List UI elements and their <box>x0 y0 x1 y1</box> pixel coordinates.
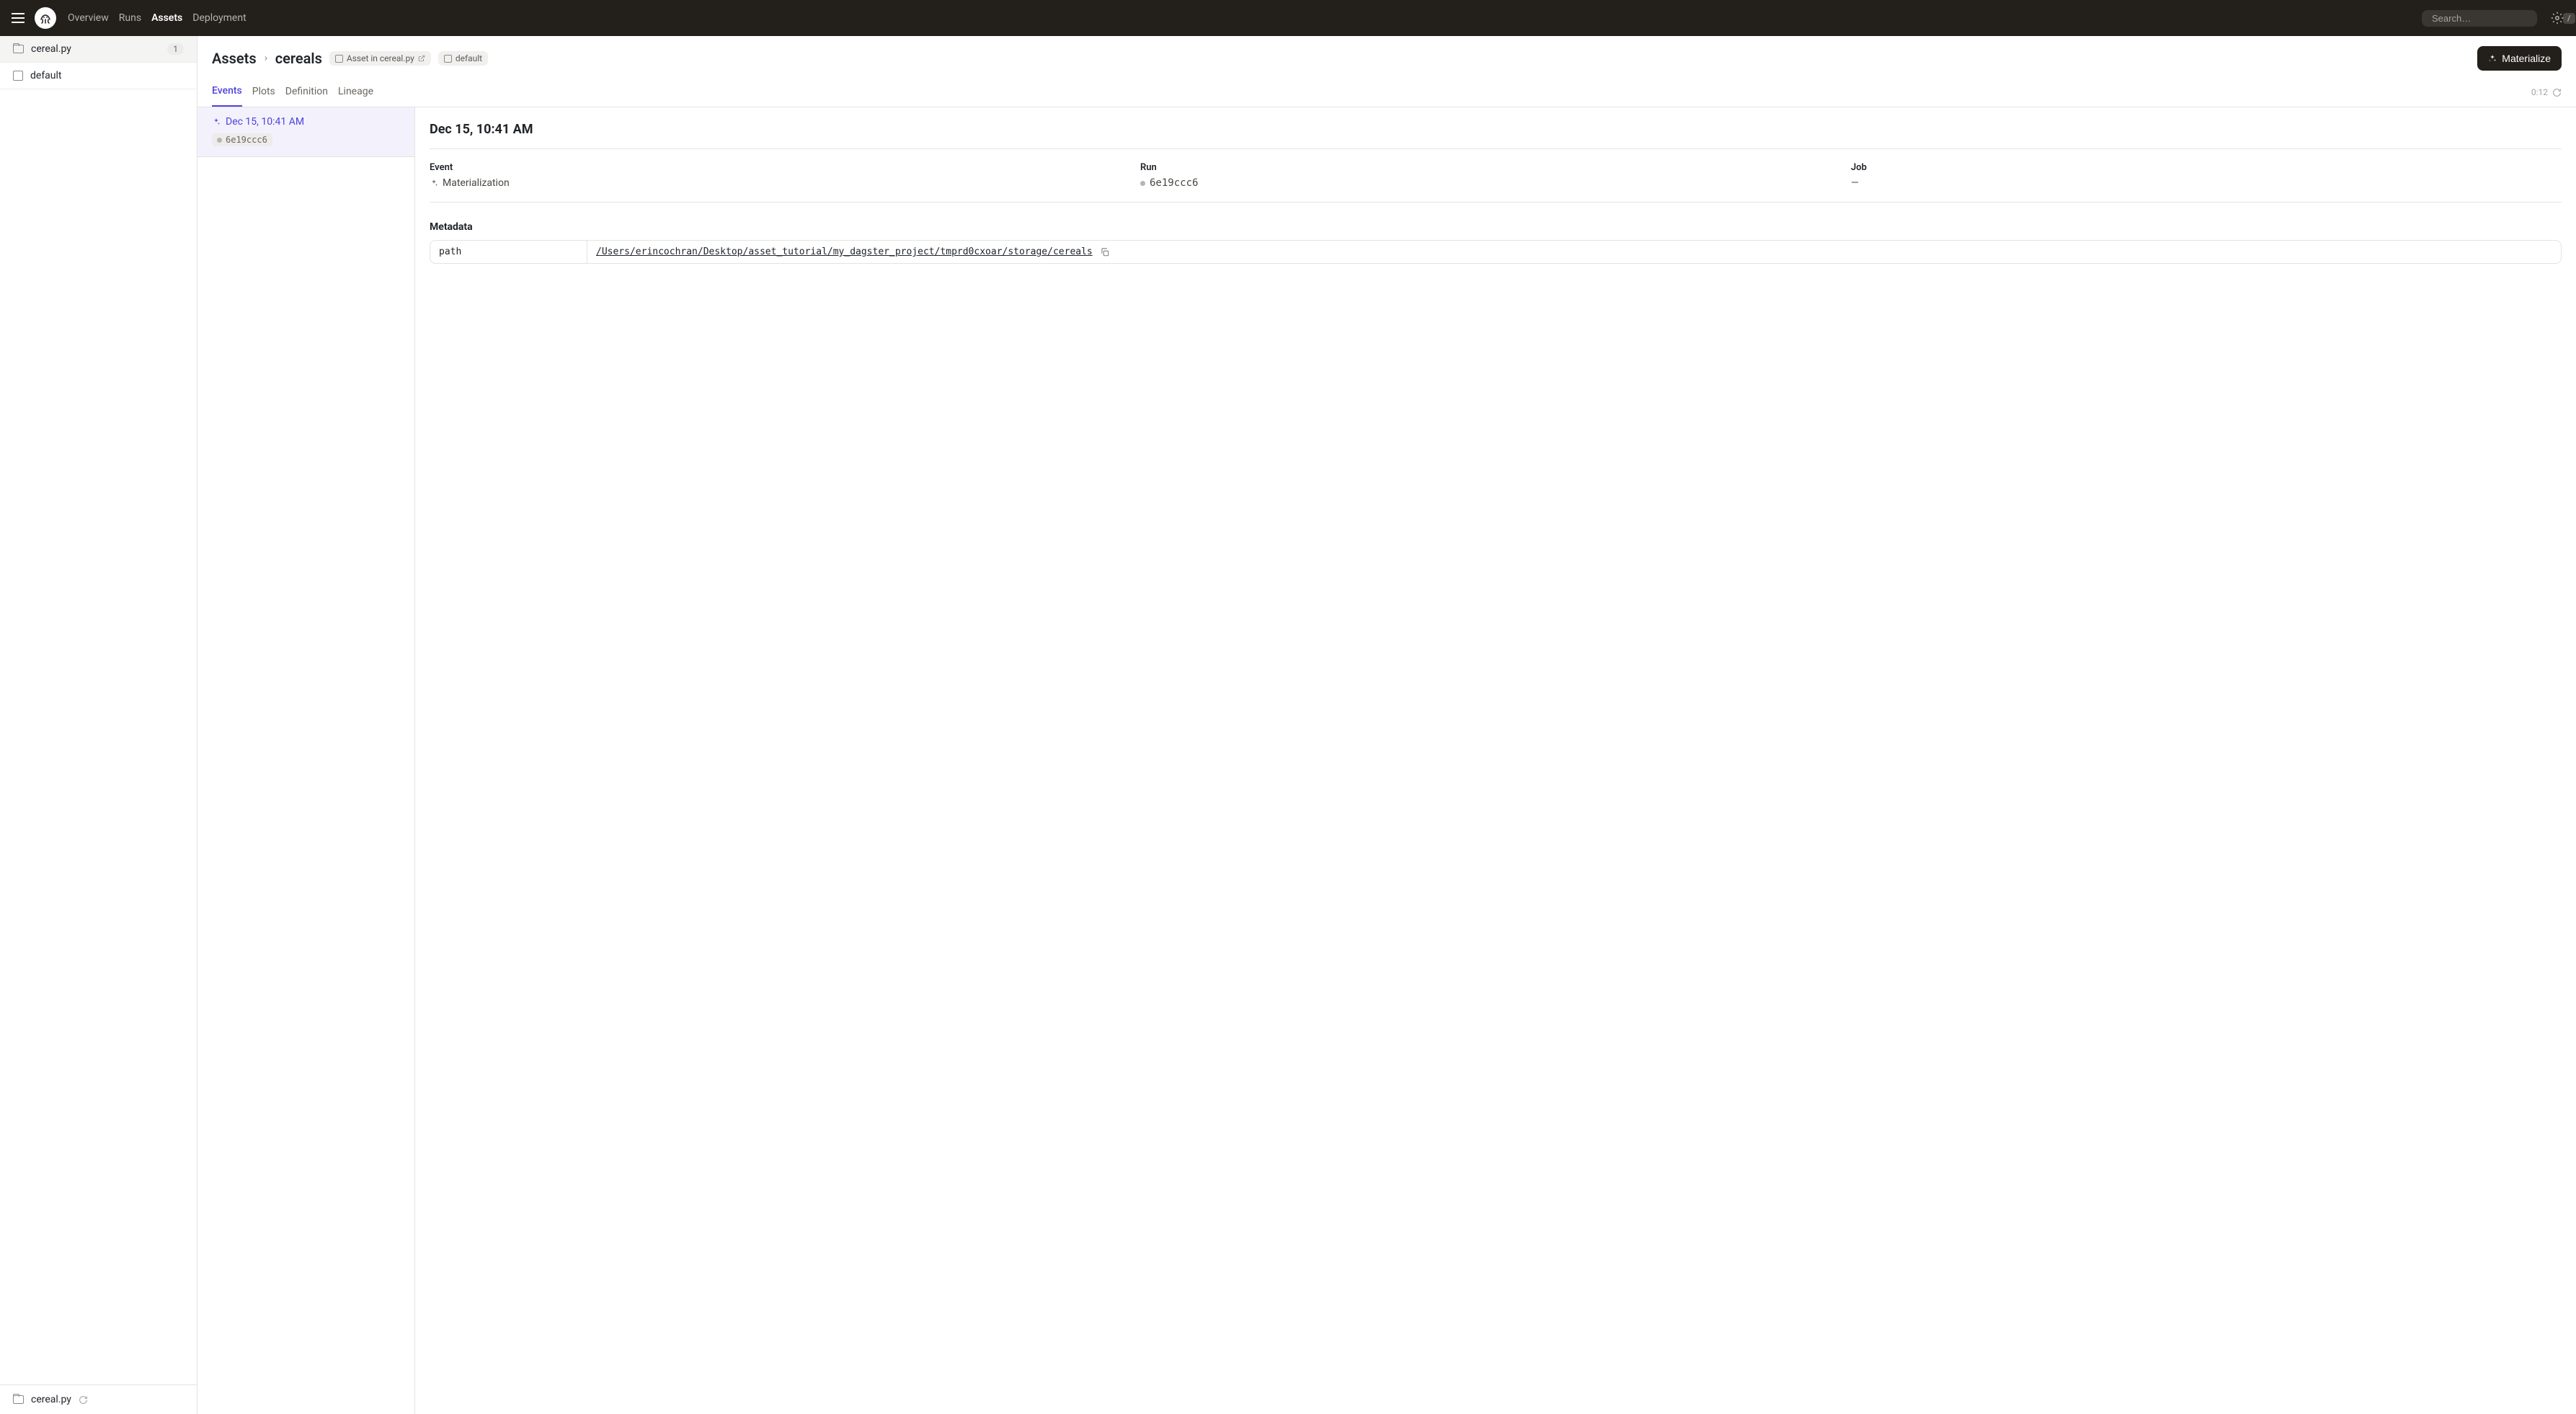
info-label: Event <box>430 162 1140 173</box>
info-event: Event Materialization <box>430 162 1140 189</box>
metadata-key: path <box>430 241 587 263</box>
nav-runs[interactable]: Runs <box>119 12 141 24</box>
metadata-table: path /Users/erincochran/Desktop/asset_tu… <box>430 240 2562 264</box>
breadcrumb-root[interactable]: Assets <box>212 50 257 67</box>
sidebar-item-label: default <box>30 70 62 81</box>
sidebar-footer-label: cereal.py <box>31 1394 71 1405</box>
refresh-timer: 0:12 <box>2531 87 2562 97</box>
event-list: Dec 15, 10:41 AM 6e19ccc6 <box>197 107 415 1414</box>
layout: cereal.py 1 default cereal.py Assets cer… <box>0 36 2576 1414</box>
tag-label: Asset in cereal.py <box>347 53 414 63</box>
info-run: Run 6e19ccc6 <box>1140 162 1851 189</box>
metadata-section: Metadata path /Users/erincochran/Desktop… <box>430 221 2562 264</box>
materialize-button[interactable]: Materialize <box>2477 46 2562 71</box>
op-icon <box>13 71 23 81</box>
op-icon <box>444 55 452 63</box>
content-row: Dec 15, 10:41 AM 6e19ccc6 Dec 15, 10:41 … <box>197 107 2576 1414</box>
sidebar-footer: cereal.py <box>0 1384 197 1414</box>
sidebar-item-count: 1 <box>167 43 184 55</box>
info-value: — <box>1851 177 2562 189</box>
status-dot-icon <box>217 138 222 143</box>
tab-events[interactable]: Events <box>212 78 242 107</box>
info-run-link[interactable]: 6e19ccc6 <box>1140 177 1851 189</box>
asset-icon <box>335 55 343 63</box>
tab-definition[interactable]: Definition <box>285 79 328 106</box>
event-list-item[interactable]: Dec 15, 10:41 AM 6e19ccc6 <box>197 107 414 157</box>
folder-icon <box>13 45 24 53</box>
copy-icon[interactable] <box>1100 247 1110 257</box>
sidebar-item-default[interactable]: default <box>0 63 197 89</box>
tab-lineage[interactable]: Lineage <box>338 79 373 106</box>
sparkle-icon <box>2488 54 2497 63</box>
menu-toggle-button[interactable] <box>9 8 29 28</box>
event-details: Dec 15, 10:41 AM Event Materialization R… <box>415 107 2576 1414</box>
refresh-icon[interactable] <box>2552 88 2562 97</box>
metadata-value-cell: /Users/erincochran/Desktop/asset_tutoria… <box>587 241 2561 263</box>
refresh-icon[interactable] <box>79 1395 88 1405</box>
gear-icon <box>2551 12 2564 25</box>
details-title: Dec 15, 10:41 AM <box>430 122 2562 137</box>
tab-plots[interactable]: Plots <box>252 79 275 106</box>
sidebar-item-label: cereal.py <box>31 43 71 55</box>
event-timestamp: Dec 15, 10:41 AM <box>226 116 304 128</box>
octopus-icon <box>37 9 54 27</box>
event-type-value: Materialization <box>443 177 510 189</box>
event-time: Dec 15, 10:41 AM <box>212 116 400 128</box>
metadata-path-link[interactable]: /Users/erincochran/Desktop/asset_tutoria… <box>596 246 1093 257</box>
nav-overview[interactable]: Overview <box>68 12 109 24</box>
info-grid: Event Materialization Run 6e19ccc6 <box>430 148 2562 203</box>
info-label: Job <box>1851 162 2562 173</box>
breadcrumb: Assets cereals <box>212 50 322 67</box>
external-link-icon <box>418 55 425 62</box>
info-value: Materialization <box>430 177 1140 189</box>
status-dot-icon <box>1140 181 1145 186</box>
asset-group-tag[interactable]: default <box>438 51 488 66</box>
run-id-value: 6e19ccc6 <box>1150 177 1198 189</box>
settings-button[interactable] <box>2547 8 2567 28</box>
info-job: Job — <box>1851 162 2562 189</box>
chevron-right-icon <box>262 55 270 62</box>
info-label: Run <box>1140 162 1851 173</box>
event-run-pill[interactable]: 6e19ccc6 <box>212 133 272 146</box>
asset-location-tag[interactable]: Asset in cereal.py <box>329 51 431 66</box>
main-content: Assets cereals Asset in cereal.py defaul… <box>197 36 2576 1414</box>
sparkle-icon <box>212 117 221 126</box>
breadcrumb-asset: cereals <box>275 50 322 67</box>
tag-label: default <box>456 53 482 63</box>
search-input[interactable] <box>2432 13 2559 24</box>
search-box[interactable]: / <box>2422 10 2537 27</box>
sidebar-item-cereal-py[interactable]: cereal.py 1 <box>0 36 197 63</box>
page-header: Assets cereals Asset in cereal.py defaul… <box>197 36 2576 78</box>
top-nav: Overview Runs Assets Deployment / <box>0 0 2576 36</box>
nav-assets[interactable]: Assets <box>151 12 182 24</box>
nav-links: Overview Runs Assets Deployment <box>68 12 2416 24</box>
dagster-logo[interactable] <box>35 7 56 29</box>
nav-deployment[interactable]: Deployment <box>192 12 246 24</box>
metadata-heading: Metadata <box>430 221 2562 233</box>
event-run-id: 6e19ccc6 <box>226 135 267 145</box>
sparkle-icon <box>430 179 438 187</box>
tabs-row: Events Plots Definition Lineage 0:12 <box>197 78 2576 107</box>
sidebar-items: cereal.py 1 default <box>0 36 197 1384</box>
materialize-label: Materialize <box>2502 53 2551 64</box>
refresh-countdown: 0:12 <box>2531 87 2548 97</box>
sidebar: cereal.py 1 default cereal.py <box>0 36 197 1414</box>
folder-icon <box>13 1395 24 1404</box>
